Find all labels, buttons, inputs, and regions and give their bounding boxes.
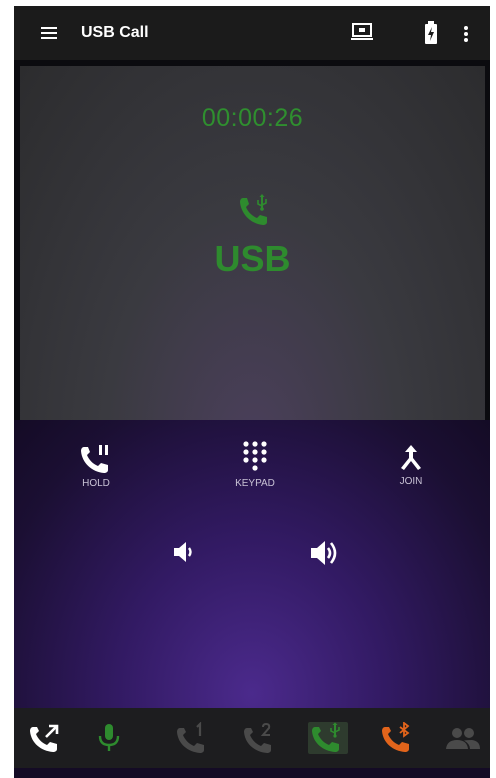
more-vert-icon[interactable]	[460, 23, 472, 45]
call-transfer-button[interactable]	[28, 722, 62, 754]
volume-down-button[interactable]	[171, 540, 195, 564]
page-title: USB Call	[81, 24, 149, 41]
line-2-icon	[244, 722, 271, 753]
line-1-button[interactable]	[175, 722, 209, 754]
hold-button[interactable]: HOLD	[66, 442, 126, 489]
keypad-icon	[243, 441, 267, 471]
usb-call-icon	[237, 194, 273, 228]
conference-icon	[446, 728, 480, 749]
volume-up-button[interactable]	[309, 539, 341, 567]
join-label: JOIN	[399, 476, 423, 487]
conference-button[interactable]	[444, 722, 482, 754]
battery-icon	[424, 20, 438, 46]
call-transfer-icon	[30, 724, 59, 752]
menu-icon[interactable]	[40, 24, 58, 42]
usb-line-button[interactable]	[308, 722, 348, 754]
microphone-button[interactable]	[92, 722, 126, 754]
join-call-icon	[401, 445, 421, 470]
line-1-icon	[177, 722, 204, 753]
call-timer: 00:00:26	[201, 104, 304, 132]
app-bar: USB Call	[14, 6, 490, 60]
call-source-label: USB	[214, 238, 291, 279]
cast-icon[interactable]	[351, 22, 373, 42]
join-button[interactable]: JOIN	[386, 442, 436, 487]
microphone-icon	[98, 724, 120, 751]
keypad-label: KEYPAD	[235, 478, 275, 489]
app-window: USB Call 00:00:26 USB HOLD KEYPAD JOIN	[14, 6, 490, 778]
keypad-button[interactable]: KEYPAD	[225, 440, 285, 489]
call-info-panel: 00:00:26 USB	[20, 66, 485, 421]
usb-line-icon	[312, 722, 340, 752]
hold-call-icon	[81, 445, 108, 473]
bluetooth-call-button[interactable]	[380, 722, 414, 754]
bluetooth-call-icon	[382, 722, 410, 752]
call-controls: HOLD KEYPAD JOIN	[14, 420, 490, 708]
volume-up-icon	[311, 541, 337, 565]
hold-label: HOLD	[82, 478, 110, 489]
volume-down-icon	[174, 542, 192, 562]
bottom-strip	[14, 768, 490, 778]
line-2-button[interactable]	[242, 722, 276, 754]
line-selector-bar	[14, 708, 490, 768]
